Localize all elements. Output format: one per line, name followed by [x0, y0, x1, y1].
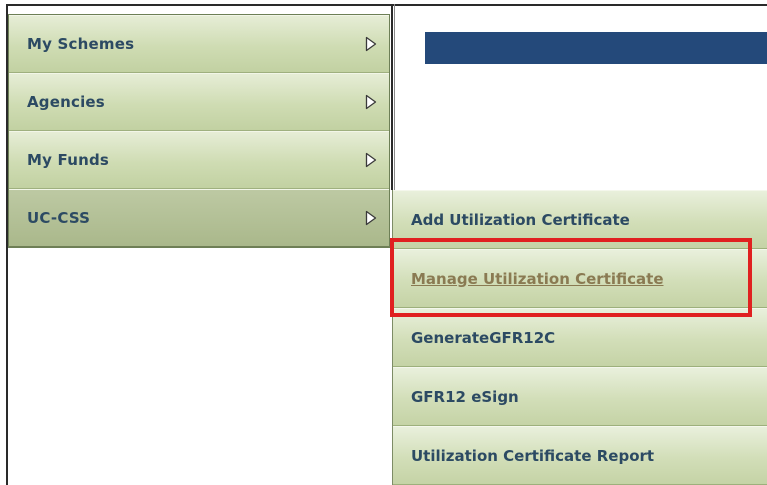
submenu-item-utilization-certificate-report[interactable]: Utilization Certificate Report — [393, 426, 767, 485]
chevron-right-icon — [365, 152, 377, 168]
sidebar-item-my-funds[interactable]: My Funds — [9, 131, 389, 189]
submenu-item-label: Add Utilization Certificate — [411, 210, 630, 229]
sidebar-item-my-schemes[interactable]: My Schemes — [9, 15, 389, 73]
sidebar-menu: My Schemes Agencies My Funds UC-CSS — [8, 14, 390, 248]
uc-css-submenu: Add Utilization Certificate Manage Utili… — [392, 190, 767, 485]
submenu-item-generate-gfr12c[interactable]: GenerateGFR12C — [393, 308, 767, 367]
submenu-item-add-utilization-certificate[interactable]: Add Utilization Certificate — [393, 190, 767, 249]
content-divider — [391, 4, 395, 190]
submenu-item-manage-utilization-certificate[interactable]: Manage Utilization Certificate — [393, 249, 767, 308]
submenu-item-gfr12-esign[interactable]: GFR12 eSign — [393, 367, 767, 426]
content-header-bar — [425, 32, 767, 64]
sidebar-item-uc-css[interactable]: UC-CSS — [9, 189, 389, 247]
sidebar-item-label: My Funds — [27, 151, 110, 169]
chevron-right-icon — [365, 210, 377, 226]
submenu-item-label: Manage Utilization Certificate — [411, 269, 664, 288]
sidebar-item-agencies[interactable]: Agencies — [9, 73, 389, 131]
submenu-item-label: GenerateGFR12C — [411, 328, 556, 347]
submenu-item-label: Utilization Certificate Report — [411, 446, 655, 465]
sidebar-item-label: My Schemes — [27, 35, 135, 53]
chevron-right-icon — [365, 36, 377, 52]
sidebar-item-label: UC-CSS — [27, 209, 91, 227]
submenu-item-label: GFR12 eSign — [411, 387, 519, 406]
sidebar-item-label: Agencies — [27, 93, 105, 111]
chevron-right-icon — [365, 94, 377, 110]
